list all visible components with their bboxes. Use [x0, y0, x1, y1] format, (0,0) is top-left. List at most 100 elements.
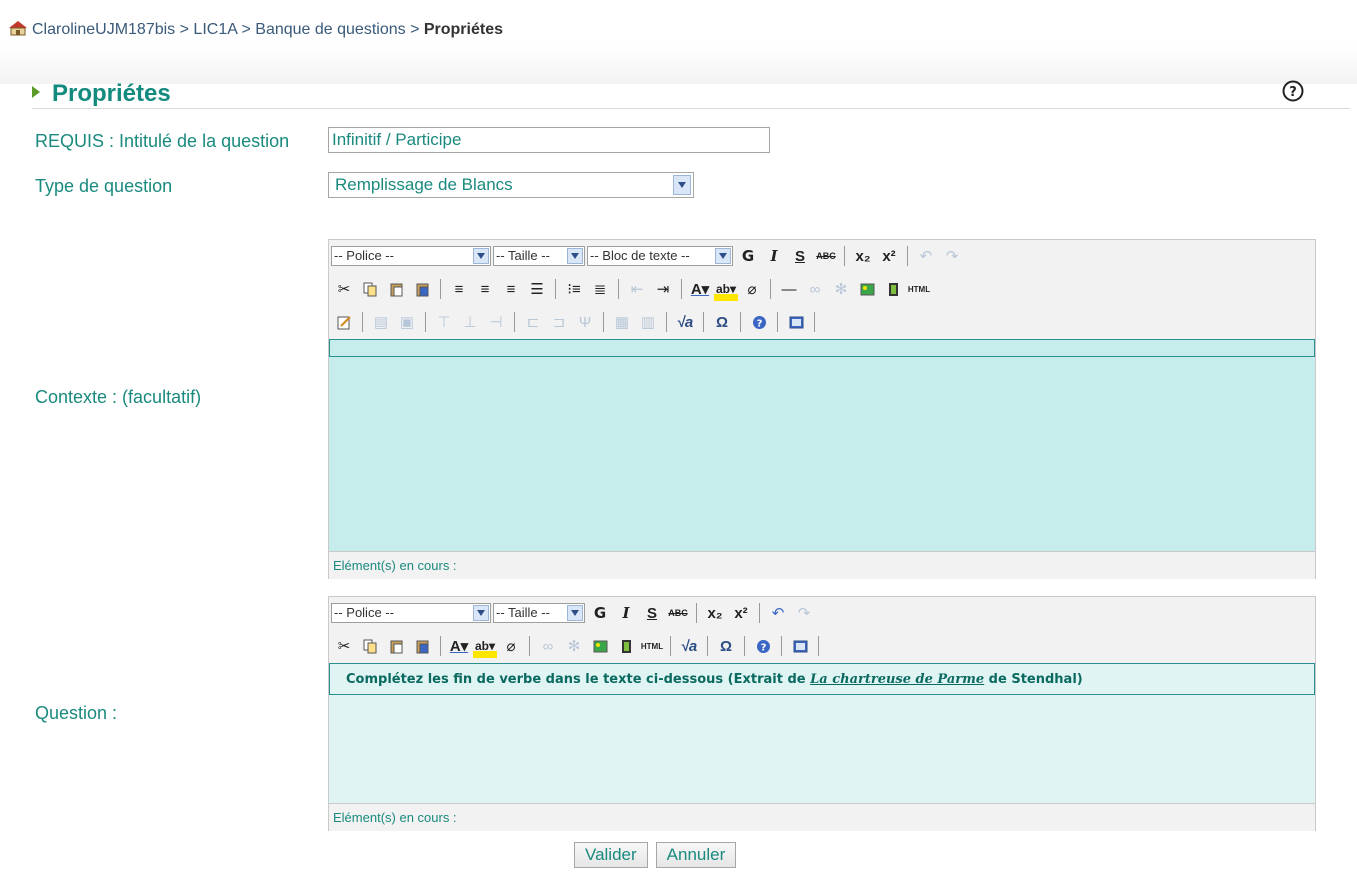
insert-row-after-icon[interactable]: ⊥: [458, 310, 482, 334]
numbered-list-icon[interactable]: ≣: [588, 277, 612, 301]
home-icon[interactable]: [8, 20, 28, 36]
merge-cells-icon[interactable]: ▥: [636, 310, 660, 334]
context-editor-first-line[interactable]: [329, 339, 1315, 357]
toolbar-separator: [529, 636, 530, 656]
indent-icon[interactable]: ⇥: [651, 277, 675, 301]
link-icon[interactable]: ∞: [536, 634, 560, 658]
special-char-icon[interactable]: Ω: [710, 310, 734, 334]
eraser-icon[interactable]: ⌀: [499, 634, 523, 658]
special-char-icon[interactable]: Ω: [714, 634, 738, 658]
table-cell-props-icon[interactable]: ▣: [395, 310, 419, 334]
size-select[interactable]: -- Taille --: [493, 246, 585, 266]
html-source-icon[interactable]: HTML: [907, 277, 931, 301]
copy-icon[interactable]: [358, 634, 382, 658]
toolbar-separator: [681, 279, 682, 299]
split-cells-icon[interactable]: ▦: [610, 310, 634, 334]
undo-icon[interactable]: ↶: [914, 244, 938, 268]
paste-icon[interactable]: [384, 277, 408, 301]
subscript-button[interactable]: x₂: [703, 601, 727, 625]
breadcrumb-link-course[interactable]: LIC1A: [193, 21, 237, 38]
redo-icon[interactable]: ↷: [940, 244, 964, 268]
font-color-icon[interactable]: A▾: [447, 634, 471, 658]
paste-icon[interactable]: [384, 634, 408, 658]
math-formula-icon[interactable]: √a: [673, 310, 697, 334]
cut-icon[interactable]: ✂: [332, 277, 356, 301]
delete-col-icon[interactable]: Ψ: [573, 310, 597, 334]
toolbar-separator: [514, 312, 515, 332]
toolbar-separator: [670, 636, 671, 656]
size-select[interactable]: -- Taille --: [493, 603, 585, 623]
table-row-props-icon[interactable]: ▤: [369, 310, 393, 334]
align-right-icon[interactable]: ≡: [499, 277, 523, 301]
horizontal-rule-icon[interactable]: —: [777, 277, 801, 301]
chevron-down-icon[interactable]: [673, 175, 691, 195]
bold-button[interactable]: G: [588, 601, 612, 625]
toolbar-separator: [440, 279, 441, 299]
math-formula-icon[interactable]: √a: [677, 634, 701, 658]
redo-icon[interactable]: ↷: [792, 601, 816, 625]
toolbar-row-2: ✂ A▾ ab▾ ⌀ ∞ ✻ HTML √a Ω ?: [331, 632, 824, 660]
breadcrumb-link-question-bank[interactable]: Banque de questions: [255, 21, 405, 38]
question-editor-content[interactable]: Complétez les fin de verbe dans le texte…: [329, 663, 1315, 803]
image-icon[interactable]: [855, 277, 879, 301]
subscript-button[interactable]: x₂: [851, 244, 875, 268]
title-label: REQUIS : Intitulé de la question: [35, 131, 290, 151]
insert-col-before-icon[interactable]: ⊏: [521, 310, 545, 334]
media-icon[interactable]: [881, 277, 905, 301]
question-title-input[interactable]: [328, 127, 770, 153]
fullscreen-icon[interactable]: [788, 634, 812, 658]
help-icon[interactable]: ?: [1282, 80, 1304, 102]
fullscreen-icon[interactable]: [784, 310, 808, 334]
delete-row-icon[interactable]: ⊣: [484, 310, 508, 334]
font-color-icon[interactable]: A▾: [688, 277, 712, 301]
link-icon[interactable]: ∞: [803, 277, 827, 301]
outdent-icon[interactable]: ⇤: [625, 277, 649, 301]
strikethrough-button[interactable]: ABC: [814, 244, 838, 268]
toolbar-separator: [740, 312, 741, 332]
strikethrough-button[interactable]: ABC: [666, 601, 690, 625]
font-select[interactable]: -- Police --: [331, 246, 491, 266]
bullet-list-icon[interactable]: ⁝≡: [562, 277, 586, 301]
superscript-button[interactable]: x²: [729, 601, 753, 625]
image-icon[interactable]: [588, 634, 612, 658]
highlight-color-icon[interactable]: ab▾: [473, 634, 497, 658]
help-editor-icon[interactable]: ?: [751, 634, 775, 658]
svg-text:?: ?: [1289, 85, 1297, 100]
html-source-icon[interactable]: HTML: [640, 634, 664, 658]
highlight-color-icon[interactable]: ab▾: [714, 277, 738, 301]
edit-document-icon[interactable]: [332, 310, 356, 334]
media-icon[interactable]: [614, 634, 638, 658]
unlink-icon[interactable]: ✻: [829, 277, 853, 301]
submit-button[interactable]: Valider: [574, 842, 648, 868]
toolbar-row-1: -- Police -- -- Taille -- G I S ABC x₂ x…: [331, 599, 817, 627]
italic-button[interactable]: I: [762, 244, 786, 268]
underline-button[interactable]: S: [640, 601, 664, 625]
toolbar-separator: [744, 636, 745, 656]
question-type-select[interactable]: Remplissage de Blancs: [328, 172, 694, 198]
undo-icon[interactable]: ↶: [766, 601, 790, 625]
paste-word-icon[interactable]: [410, 634, 434, 658]
breadcrumb: ClarolineUJM187bis > LIC1A > Banque de q…: [8, 20, 503, 39]
copy-icon[interactable]: [358, 277, 382, 301]
title-divider: [32, 108, 1350, 109]
underline-button[interactable]: S: [788, 244, 812, 268]
insert-row-before-icon[interactable]: ⊤: [432, 310, 456, 334]
context-editor-content[interactable]: [329, 339, 1315, 551]
help-editor-icon[interactable]: ?: [747, 310, 771, 334]
superscript-button[interactable]: x²: [877, 244, 901, 268]
align-center-icon[interactable]: ≡: [473, 277, 497, 301]
align-left-icon[interactable]: ≡: [447, 277, 471, 301]
italic-button[interactable]: I: [614, 601, 638, 625]
eraser-icon[interactable]: ⌀: [740, 277, 764, 301]
cut-icon[interactable]: ✂: [332, 634, 356, 658]
paste-word-icon[interactable]: [410, 277, 434, 301]
unlink-icon[interactable]: ✻: [562, 634, 586, 658]
align-justify-icon[interactable]: ☰: [525, 277, 549, 301]
question-content-line[interactable]: Complétez les fin de verbe dans le texte…: [329, 663, 1315, 695]
cancel-button[interactable]: Annuler: [655, 842, 737, 868]
breadcrumb-link-course-admin[interactable]: ClarolineUJM187bis: [32, 21, 175, 38]
insert-col-after-icon[interactable]: ⊐: [547, 310, 571, 334]
bold-button[interactable]: G: [736, 244, 760, 268]
font-select[interactable]: -- Police --: [331, 603, 491, 623]
block-select[interactable]: -- Bloc de texte --: [587, 246, 733, 266]
